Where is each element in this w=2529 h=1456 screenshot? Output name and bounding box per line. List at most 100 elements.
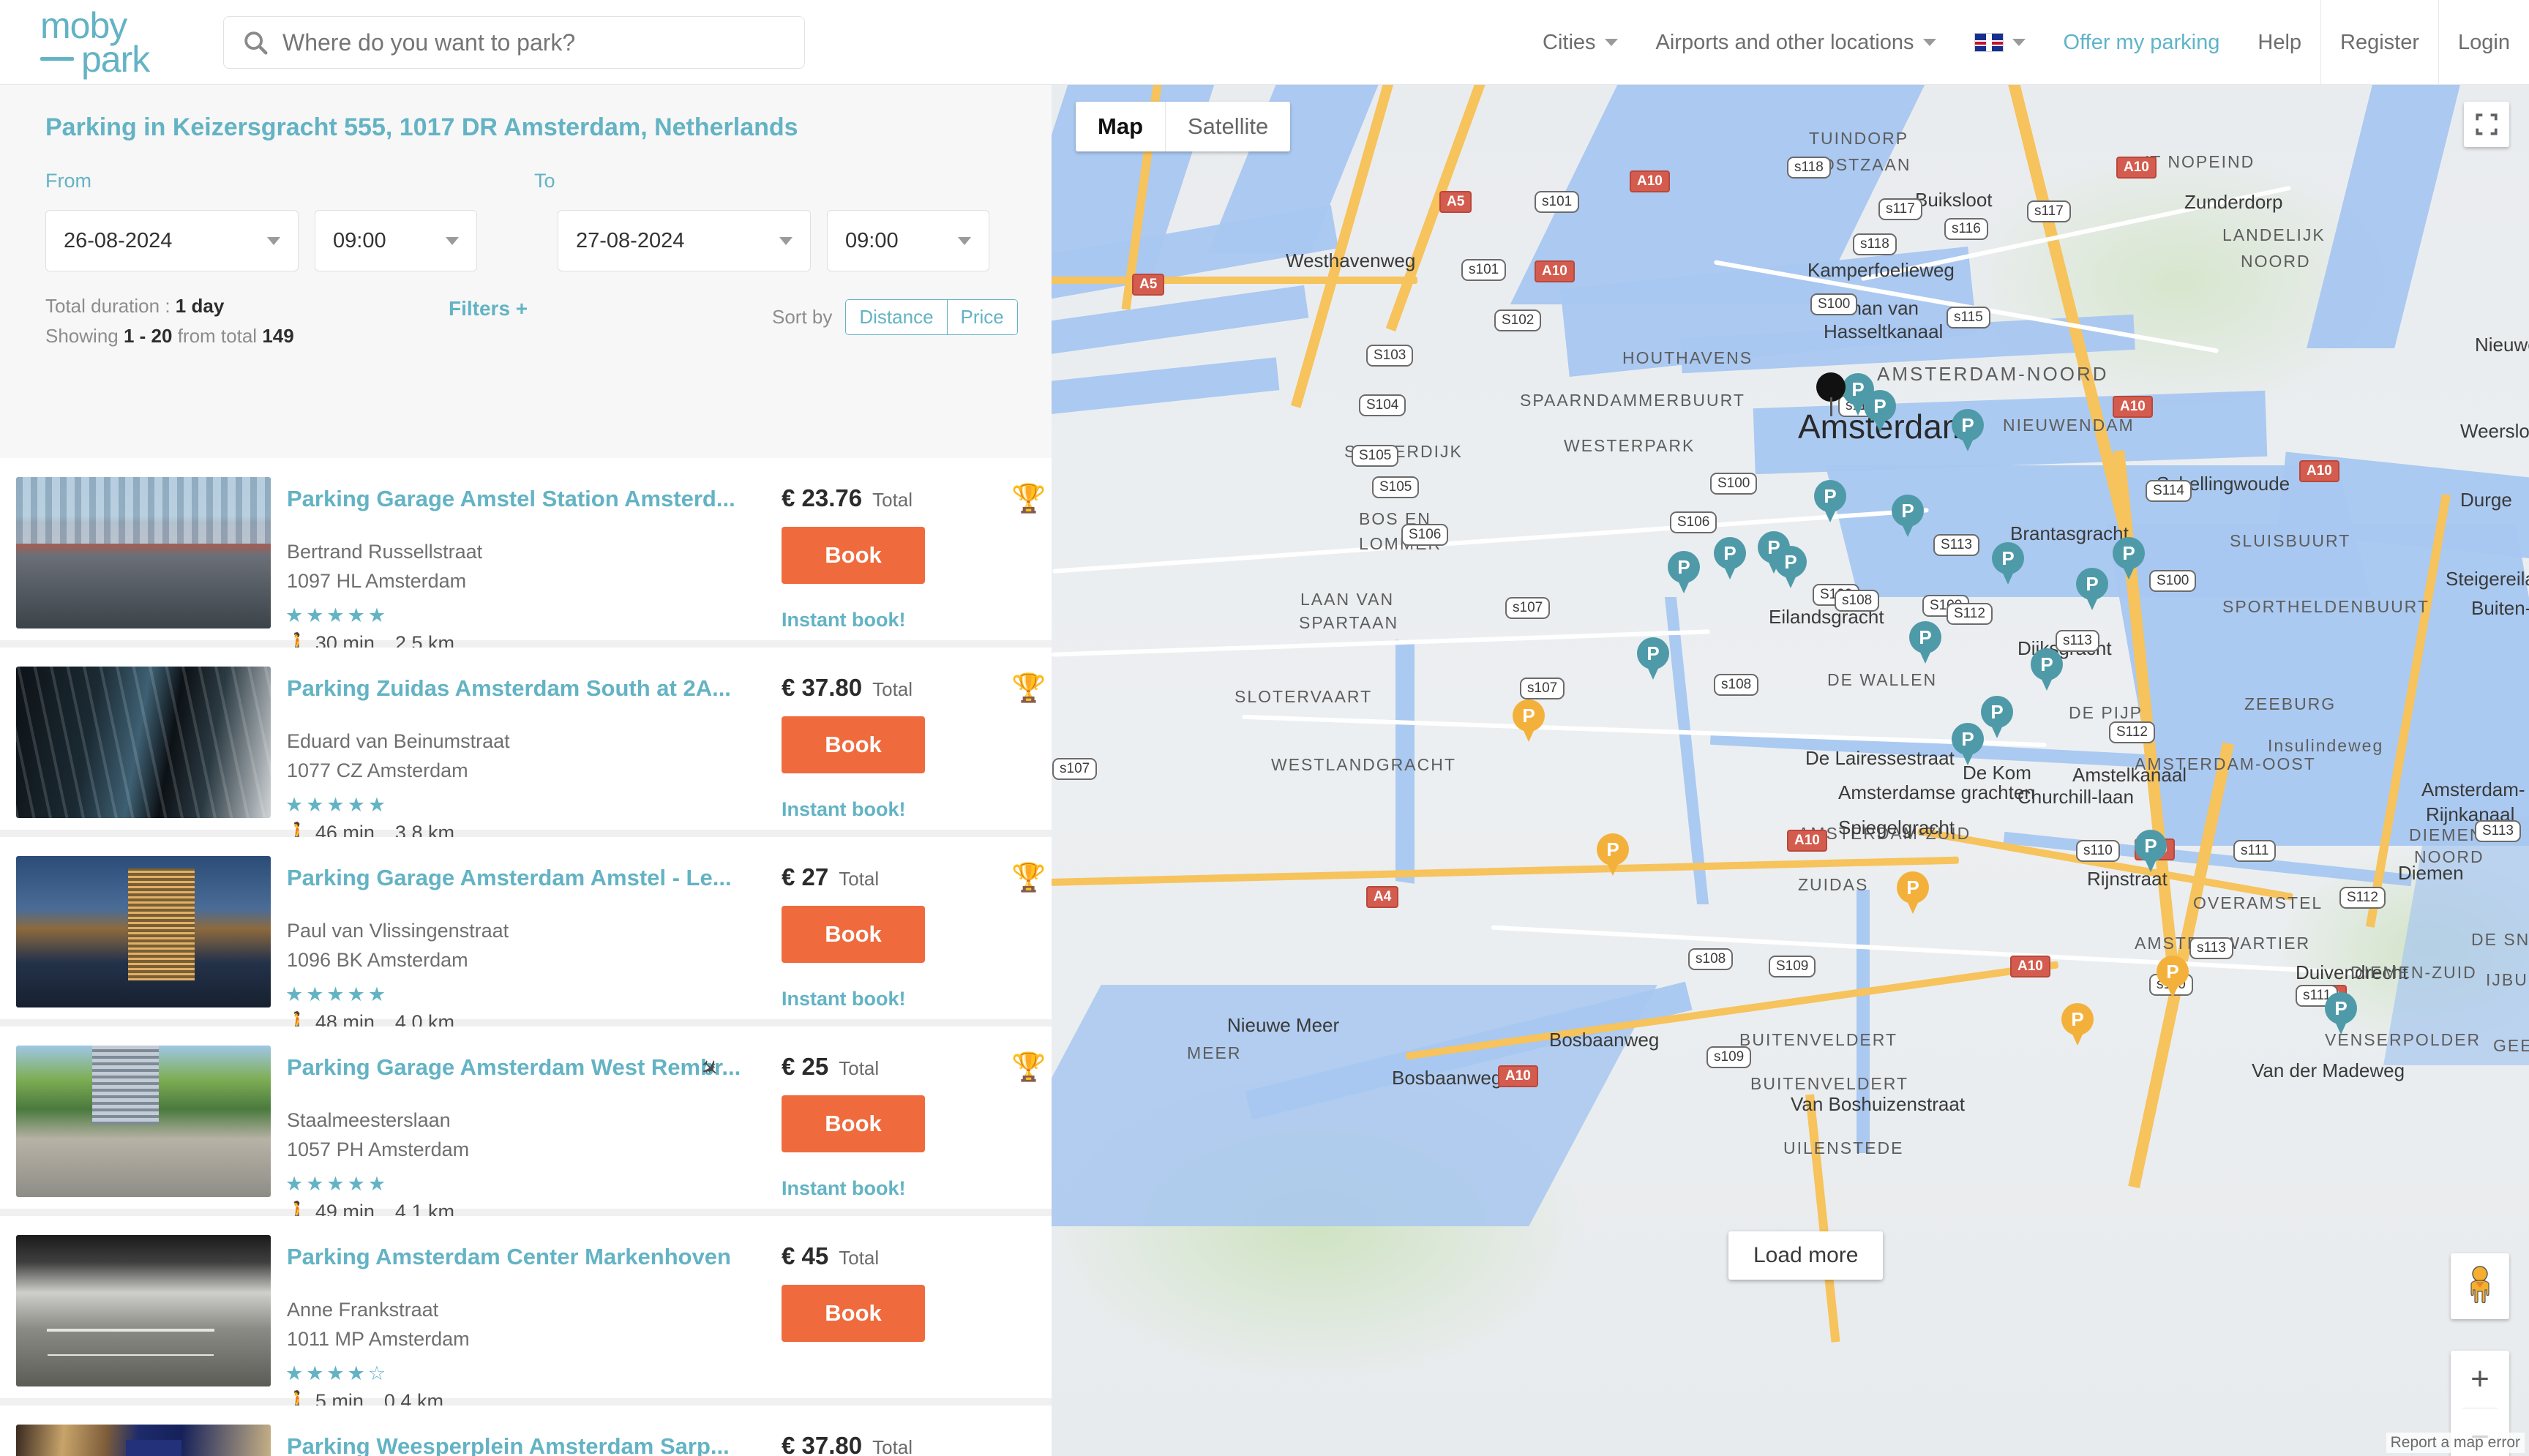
listing-card[interactable]: Parking Zuidas Amsterdam South at 2A... … [0, 648, 1052, 844]
listing-title[interactable]: Parking Zuidas Amsterdam South at 2A... [287, 675, 731, 702]
sort-by-distance-button[interactable]: Distance [846, 300, 947, 334]
book-button[interactable]: Book [782, 527, 925, 584]
listing-postal: 1011 MP Amsterdam [287, 1328, 470, 1350]
map-place-label: Amsterdam- [2421, 778, 2525, 800]
listing-card[interactable]: Parking Garage Amsterdam West Rembr... ✈… [0, 1027, 1052, 1223]
map-place-label: De Lairessestraat [1805, 747, 1955, 769]
listing-thumbnail[interactable] [16, 477, 271, 628]
listing-title[interactable]: Parking Garage Amsterdam West Rembr... [287, 1054, 741, 1081]
listing-card[interactable]: Parking Amsterdam Center Markenhoven Ann… [0, 1216, 1052, 1413]
from-date-select[interactable]: 26-08-2024 [45, 210, 299, 271]
map-parking-pin[interactable]: P [1775, 546, 1807, 588]
listing-card[interactable]: Parking Weesperplein Amsterdam Sarp... S… [0, 1406, 1052, 1456]
listing-title[interactable]: Parking Amsterdam Center Markenhoven [287, 1244, 731, 1270]
street-view-pegman-button[interactable] [2451, 1253, 2509, 1319]
nav-item-login[interactable]: Login [2438, 0, 2529, 85]
book-button[interactable]: Book [782, 906, 925, 963]
map-road-shield: A10 [2113, 396, 2153, 418]
nav-item-help[interactable]: Help [2238, 0, 2320, 85]
map-parking-pin[interactable]: P [1668, 551, 1700, 593]
from-time-select[interactable]: 09:00 [315, 210, 477, 271]
results-meta: Total duration : 1 day Showing 1 - 20 fr… [45, 295, 1052, 362]
listing-title[interactable]: Parking Garage Amsterdam Amstel - Le... [287, 865, 732, 891]
trophy-icon: 🏆 [1011, 484, 1046, 514]
listing-price-total-label: Total [839, 1247, 880, 1269]
to-date-value: 27-08-2024 [576, 228, 685, 252]
map-place-label: HOUTHAVENS [1622, 348, 1753, 367]
map-road-shield: A10 [1630, 170, 1670, 192]
book-button[interactable]: Book [782, 716, 925, 773]
map-parking-pin[interactable]: P [1981, 696, 2013, 738]
book-button[interactable]: Book [782, 1285, 925, 1342]
map-parking-pin[interactable]: P [2031, 648, 2063, 691]
listing-list[interactable]: Parking Garage Amstel Station Amsterd...… [0, 458, 1052, 1456]
map-road-shield: s115 [1947, 307, 1990, 329]
listing-card[interactable]: Parking Garage Amstel Station Amsterd...… [0, 458, 1052, 655]
chevron-down-icon [2012, 39, 2026, 46]
listing-title[interactable]: Parking Garage Amstel Station Amsterd... [287, 486, 735, 512]
map-road-shield: A5 [1132, 274, 1165, 296]
chevron-down-icon [267, 236, 280, 245]
map-parking-pin[interactable]: P [1892, 495, 1924, 537]
map-place-label: Bosbaanweg [1549, 1029, 1660, 1051]
to-date-select[interactable]: 27-08-2024 [558, 210, 811, 271]
map-panel[interactable]: Amsterdam TUINDORP OOSTZAAN 'T NOPEIND Zund… [1052, 85, 2529, 1456]
map-road-shield: A10 [2299, 460, 2339, 482]
brand-logo[interactable]: moby park [40, 7, 216, 78]
listing-thumbnail[interactable] [16, 1425, 271, 1456]
map-parking-pin[interactable]: P [2061, 1003, 2094, 1046]
zoom-in-button[interactable]: + [2451, 1351, 2509, 1408]
map-parking-pin[interactable]: P [1842, 373, 1874, 416]
search-bar[interactable] [223, 16, 805, 69]
map-parking-pin[interactable]: P [1897, 871, 1929, 914]
map-place-label: Kamperfoelieweg [1807, 259, 1955, 281]
listing-rating: ★★★★★ [285, 604, 389, 626]
listing-street: Eduard van Beinumstraat [287, 730, 510, 752]
map-parking-pin[interactable]: P [2076, 568, 2108, 610]
map-place-label: Spiegelgracht [1838, 817, 1955, 838]
search-input[interactable] [282, 29, 751, 56]
map-type-map-button[interactable]: Map [1076, 102, 1165, 151]
listing-thumbnail[interactable] [16, 667, 271, 818]
from-date-value: 26-08-2024 [64, 228, 173, 252]
map-parking-pin[interactable]: P [1952, 723, 1984, 765]
nav-item-offer-my-parking[interactable]: Offer my parking [2045, 0, 2239, 85]
map-type-satellite-button[interactable]: Satellite [1165, 102, 1291, 151]
load-more-button[interactable]: Load more [1728, 1231, 1884, 1280]
listing-title[interactable]: Parking Weesperplein Amsterdam Sarp... [287, 1433, 730, 1456]
map-place-label: NIEUWENDAM [2003, 416, 2135, 435]
report-map-error-link[interactable]: Report a map error [2386, 1433, 2525, 1453]
map-parking-pin[interactable]: P [2157, 956, 2189, 998]
map-place-label: Amstelkanaal [2072, 764, 2187, 786]
listing-card[interactable]: Parking Garage Amsterdam Amstel - Le... … [0, 837, 1052, 1034]
map-parking-pin[interactable]: P [2135, 830, 2167, 872]
map-parking-pin[interactable]: P [1909, 621, 1941, 664]
map-parking-pin[interactable]: P [1992, 542, 2024, 585]
map-parking-pin[interactable]: P [1814, 480, 1846, 522]
listing-thumbnail[interactable] [16, 1235, 271, 1386]
map-parking-pin[interactable]: P [1513, 699, 1545, 742]
map-parking-pin[interactable]: P [2113, 537, 2145, 579]
sort-by-price-button[interactable]: Price [946, 300, 1017, 334]
from-label: From [45, 170, 91, 192]
nav-item-airports[interactable]: Airports and other locations [1637, 0, 1955, 85]
to-time-select[interactable]: 09:00 [827, 210, 989, 271]
fullscreen-button[interactable] [2464, 102, 2509, 147]
book-button[interactable]: Book [782, 1095, 925, 1152]
map-parking-pin[interactable]: P [2325, 992, 2357, 1035]
map-type-switch[interactable]: Map Satellite [1076, 102, 1291, 151]
map-road-shield: s109 [1706, 1046, 1752, 1068]
showing-mid: from total [177, 325, 258, 347]
map-parking-pin[interactable]: P [1637, 637, 1669, 680]
instant-book-label: Instant book! [782, 1177, 906, 1199]
map-parking-pin[interactable]: P [1597, 833, 1629, 876]
map-parking-pin[interactable]: P [1952, 409, 1984, 451]
filters-toggle[interactable]: Filters + [449, 297, 528, 320]
nav-item-language[interactable] [1955, 0, 2045, 85]
listing-thumbnail[interactable] [16, 856, 271, 1007]
nav-item-cities[interactable]: Cities [1524, 0, 1637, 85]
map-place-label: Bosbaanweg [1392, 1067, 1502, 1089]
map-parking-pin[interactable]: P [1714, 537, 1746, 579]
nav-item-register[interactable]: Register [2320, 0, 2438, 85]
listing-thumbnail[interactable] [16, 1046, 271, 1197]
